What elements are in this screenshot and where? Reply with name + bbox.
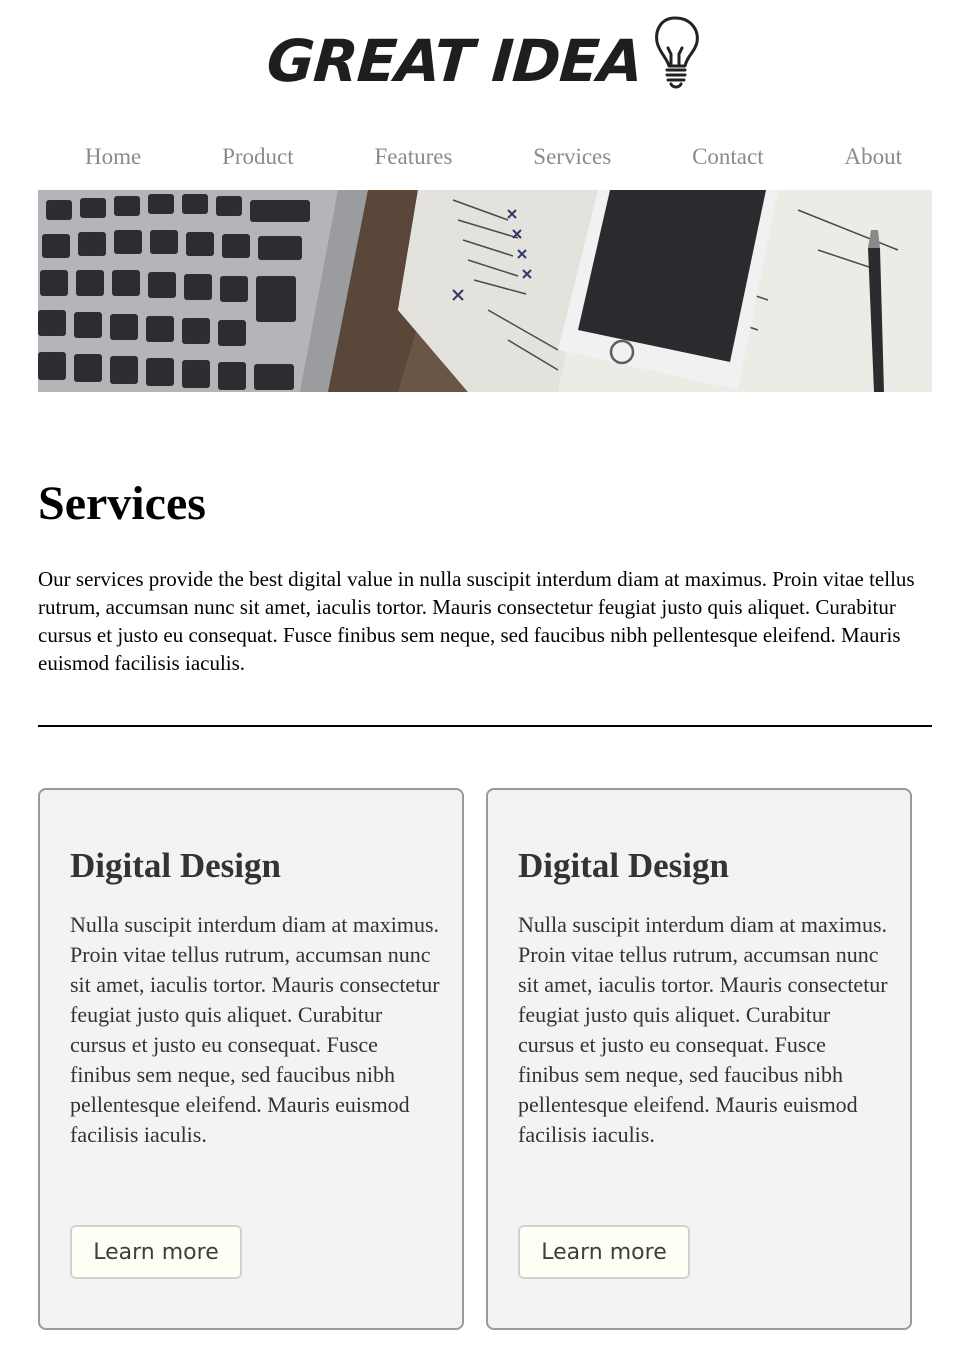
card-body: Nulla suscipit interdum diam at maximus.… bbox=[70, 912, 440, 1147]
nav-home[interactable]: Home bbox=[85, 138, 141, 176]
logo-text: GREAT IDEA bbox=[265, 27, 645, 95]
card-body: Nulla suscipit interdum diam at maximus.… bbox=[518, 912, 888, 1147]
lightbulb-icon bbox=[654, 16, 699, 89]
nav-features[interactable]: Features bbox=[375, 138, 453, 176]
hero-image bbox=[38, 190, 932, 392]
card-title: Digital Design bbox=[518, 846, 729, 885]
card-title: Digital Design bbox=[70, 846, 281, 885]
service-card: Digital Design Nulla suscipit interdum d… bbox=[38, 788, 464, 1330]
nav-about[interactable]: About bbox=[844, 138, 902, 176]
section-divider bbox=[38, 725, 932, 727]
service-card: Digital Design Nulla suscipit interdum d… bbox=[486, 788, 912, 1330]
intro-paragraph: Our services provide the best digital va… bbox=[38, 567, 915, 675]
main-nav: Home Product Features Services Contact A… bbox=[38, 138, 932, 176]
site-logo[interactable]: GREAT IDEA bbox=[265, 14, 702, 95]
learn-more-button[interactable]: Learn more bbox=[518, 1225, 690, 1279]
learn-more-button[interactable]: Learn more bbox=[70, 1225, 242, 1279]
page-title: Services bbox=[38, 477, 206, 530]
nav-product[interactable]: Product bbox=[222, 138, 294, 176]
nav-services[interactable]: Services bbox=[533, 138, 611, 176]
header: GREAT IDEA bbox=[0, 12, 970, 95]
desk-scene-image bbox=[38, 190, 932, 392]
nav-contact[interactable]: Contact bbox=[692, 138, 764, 176]
